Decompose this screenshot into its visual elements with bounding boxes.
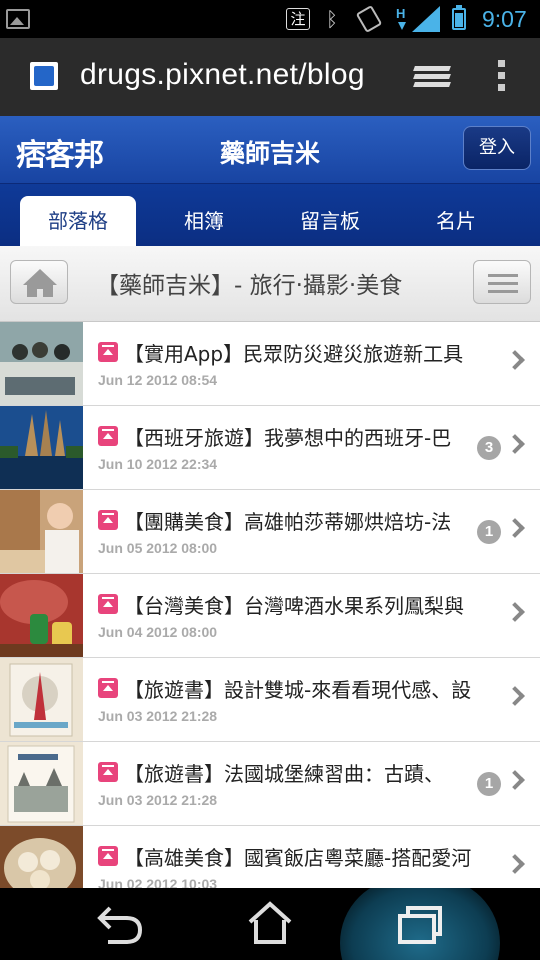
home-button[interactable] bbox=[10, 260, 68, 304]
article-date: Jun 05 2012 08:00 bbox=[98, 540, 218, 556]
system-nav-bar bbox=[0, 888, 540, 960]
pinned-icon bbox=[98, 846, 118, 866]
article-date: Jun 03 2012 21:28 bbox=[98, 792, 218, 808]
chevron-right-icon bbox=[505, 602, 525, 622]
article-date: Jun 04 2012 08:00 bbox=[98, 624, 218, 640]
page-title: 【藥師吉米】- 旅行‧攝影‧美食 bbox=[96, 273, 403, 299]
pinned-icon bbox=[98, 510, 118, 530]
battery-icon bbox=[452, 5, 466, 30]
site-header: 痞客邦 藥師吉米 登入 bbox=[0, 116, 540, 184]
list-item[interactable]: 【旅遊書】法國城堡練習曲：古蹟、 Jun 03 2012 21:28 1 bbox=[0, 742, 540, 826]
chevron-right-icon bbox=[505, 854, 525, 874]
article-date: Jun 12 2012 08:54 bbox=[98, 372, 218, 388]
list-item[interactable]: 【團購美食】高雄帕莎蒂娜烘焙坊-法 Jun 05 2012 08:00 1 bbox=[0, 490, 540, 574]
article-title[interactable]: 【旅遊書】設計雙城-來看看現代感、設 bbox=[124, 674, 502, 703]
tab-profile[interactable]: 名片 bbox=[398, 196, 514, 246]
tab-album[interactable]: 相簿 bbox=[146, 196, 262, 246]
pixnet-favicon-icon bbox=[30, 62, 58, 90]
notice-icon: 注 bbox=[286, 8, 310, 30]
signal-icon: H bbox=[396, 6, 440, 32]
list-item[interactable]: 【旅遊書】設計雙城-來看看現代感、設 Jun 03 2012 21:28 bbox=[0, 658, 540, 742]
list-menu-button[interactable] bbox=[473, 260, 531, 304]
article-thumbnail bbox=[0, 574, 83, 657]
article-title[interactable]: 【團購美食】高雄帕莎蒂娜烘焙坊-法 bbox=[124, 506, 502, 535]
status-bar: 注 ᛒ H 9:07 bbox=[0, 0, 540, 38]
article-title[interactable]: 【台灣美食】台灣啤酒水果系列鳳梨與 bbox=[124, 590, 502, 619]
tab-blog[interactable]: 部落格 bbox=[20, 196, 136, 246]
chevron-right-icon bbox=[505, 770, 525, 790]
recent-apps-icon[interactable] bbox=[396, 902, 444, 946]
article-thumbnail bbox=[0, 406, 83, 489]
article-thumbnail bbox=[0, 490, 83, 573]
list-item[interactable]: 【實用App】民眾防災避災旅遊新工具 Jun 12 2012 08:54 bbox=[0, 322, 540, 406]
vibrate-icon bbox=[355, 4, 383, 34]
bluetooth-icon: ᛒ bbox=[326, 7, 338, 31]
clock: 9:07 bbox=[482, 6, 527, 32]
pinned-icon bbox=[98, 342, 118, 362]
pinned-icon bbox=[98, 594, 118, 614]
comment-count-badge: 1 bbox=[477, 772, 501, 796]
article-title[interactable]: 【西班牙旅遊】我夢想中的西班牙-巴 bbox=[124, 422, 502, 451]
article-list: 【實用App】民眾防災避災旅遊新工具 Jun 12 2012 08:54 【西班… bbox=[0, 322, 540, 888]
back-icon[interactable] bbox=[96, 902, 144, 946]
home-nav-icon[interactable] bbox=[246, 900, 294, 946]
overflow-menu-icon[interactable] bbox=[498, 60, 508, 94]
list-item[interactable]: 【高雄美食】國賓飯店粵菜廳-搭配愛河 Jun 02 2012 10:03 bbox=[0, 826, 540, 888]
tabs-icon[interactable] bbox=[413, 66, 451, 92]
article-date: Jun 03 2012 21:28 bbox=[98, 708, 218, 724]
article-thumbnail bbox=[0, 322, 83, 405]
url-text[interactable]: drugs.pixnet.net/blog bbox=[80, 58, 365, 92]
pinned-icon bbox=[98, 762, 118, 782]
article-date: Jun 02 2012 10:03 bbox=[98, 876, 218, 888]
page-title-bar: 【藥師吉米】- 旅行‧攝影‧美食 bbox=[0, 246, 540, 322]
article-thumbnail bbox=[0, 658, 83, 741]
comment-count-badge: 1 bbox=[477, 520, 501, 544]
list-item[interactable]: 【西班牙旅遊】我夢想中的西班牙-巴 Jun 10 2012 22:34 3 bbox=[0, 406, 540, 490]
network-type-label: H bbox=[396, 6, 405, 21]
blog-nav: 部落格 相簿 留言板 名片 bbox=[0, 184, 540, 246]
pinned-icon bbox=[98, 678, 118, 698]
article-date: Jun 10 2012 22:34 bbox=[98, 456, 218, 472]
article-title[interactable]: 【旅遊書】法國城堡練習曲：古蹟、 bbox=[124, 758, 502, 787]
list-item[interactable]: 【台灣美食】台灣啤酒水果系列鳳梨與 Jun 04 2012 08:00 bbox=[0, 574, 540, 658]
comment-count-badge: 3 bbox=[477, 436, 501, 460]
pinned-icon bbox=[98, 426, 118, 446]
blog-name: 藥師吉米 bbox=[219, 139, 320, 168]
chevron-right-icon bbox=[505, 350, 525, 370]
login-button[interactable]: 登入 bbox=[463, 126, 531, 170]
article-thumbnail bbox=[0, 826, 83, 888]
chevron-right-icon bbox=[505, 434, 525, 454]
tab-guestbook[interactable]: 留言板 bbox=[272, 196, 388, 246]
article-thumbnail bbox=[0, 742, 83, 825]
browser-url-bar[interactable]: drugs.pixnet.net/blog bbox=[0, 38, 540, 116]
article-title[interactable]: 【高雄美食】國賓飯店粵菜廳-搭配愛河 bbox=[124, 842, 502, 871]
home-icon bbox=[23, 269, 57, 297]
image-notification-icon bbox=[6, 9, 30, 29]
chevron-right-icon bbox=[505, 686, 525, 706]
article-title[interactable]: 【實用App】民眾防災避災旅遊新工具 bbox=[124, 338, 502, 367]
chevron-right-icon bbox=[505, 518, 525, 538]
